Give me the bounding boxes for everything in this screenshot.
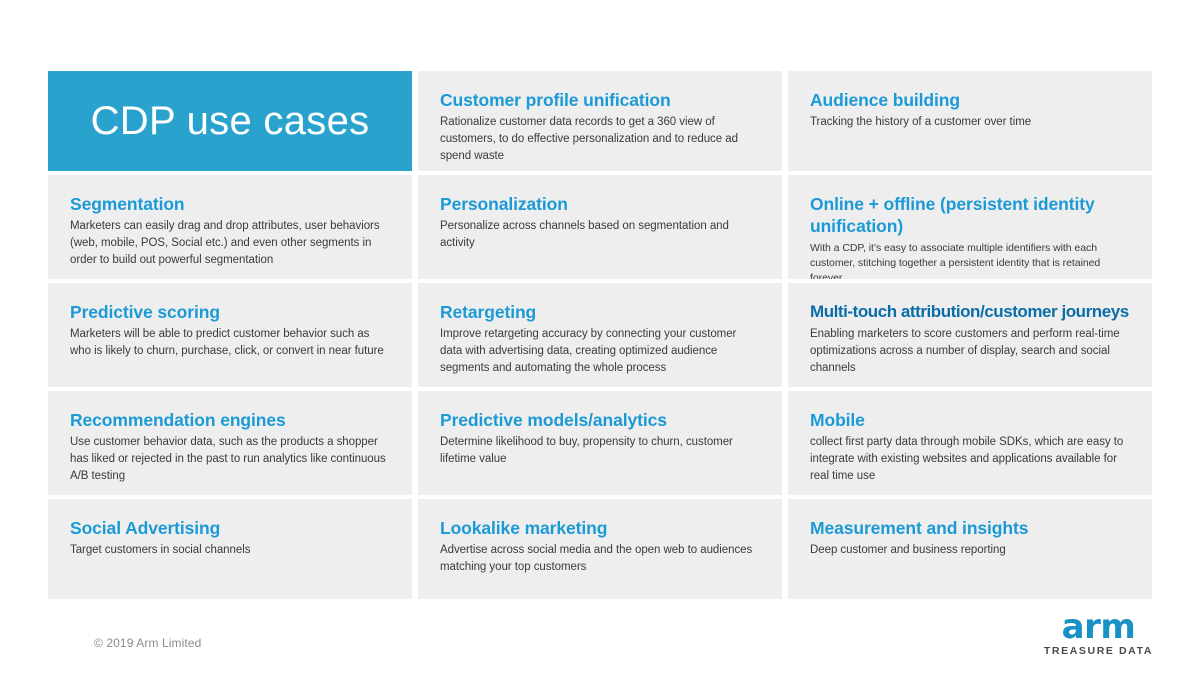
card-body: Target customers in social channels xyxy=(70,544,251,557)
card-body: Enabling marketers to score customers an… xyxy=(810,327,1120,374)
card-heading: Recommendation engines xyxy=(70,410,286,430)
card-body: Improve retargeting accuracy by connecti… xyxy=(440,328,737,375)
use-case-card-social-advertising: Social Advertising Target customers in s… xyxy=(48,499,412,599)
use-case-card-multi-touch-attribution: Multi-touch attribution/customer journey… xyxy=(788,283,1152,387)
card-body: Personalize across channels based on seg… xyxy=(440,220,729,250)
card-heading: Online + offline (persistent identity un… xyxy=(810,194,1095,237)
use-case-card-retargeting: Retargeting Improve retargeting accuracy… xyxy=(418,283,782,387)
arm-wordmark: arm xyxy=(1061,607,1136,647)
use-case-card-segmentation: Segmentation Marketers can easily drag a… xyxy=(48,175,412,279)
use-case-card-online-offline: Online + offline (persistent identity un… xyxy=(788,175,1152,279)
card-body: Marketers can easily drag and drop attri… xyxy=(70,220,380,267)
card-body: Deep customer and business reporting xyxy=(810,544,1006,557)
use-case-card-mobile: Mobile collect first party data through … xyxy=(788,391,1152,495)
arm-treasure-data-logo: arm TREASURE DATA xyxy=(1043,607,1153,658)
use-case-card-predictive-models: Predictive models/analytics Determine li… xyxy=(418,391,782,495)
slide-title-cell: CDP use cases xyxy=(48,71,412,171)
card-heading: Segmentation xyxy=(70,194,185,214)
card-heading: Measurement and insights xyxy=(810,518,1029,538)
card-body: Marketers will be able to predict custom… xyxy=(70,328,384,358)
use-case-card-audience-building: Audience building Tracking the history o… xyxy=(788,71,1152,171)
card-heading: Mobile xyxy=(810,410,865,430)
use-case-card-lookalike-marketing: Lookalike marketing Advertise across soc… xyxy=(418,499,782,599)
card-heading: Personalization xyxy=(440,194,568,214)
card-heading: Customer profile unification xyxy=(440,90,671,110)
treasure-data-wordmark: TREASURE DATA xyxy=(1043,645,1153,658)
card-heading: Retargeting xyxy=(440,302,537,322)
card-heading: Predictive models/analytics xyxy=(440,410,667,430)
use-case-card-measurement-and-insights: Measurement and insights Deep customer a… xyxy=(788,499,1152,599)
card-heading: Social Advertising xyxy=(70,518,221,538)
card-heading: Lookalike marketing xyxy=(440,518,608,538)
use-case-grid: CDP use cases Customer profile unificati… xyxy=(48,71,1152,599)
card-body: With a CDP, it’s easy to associate multi… xyxy=(810,241,1101,279)
card-body: collect first party data through mobile … xyxy=(810,436,1124,483)
card-heading: Audience building xyxy=(810,90,960,110)
card-body: Tracking the history of a customer over … xyxy=(810,116,1032,129)
use-case-card-predictive-scoring: Predictive scoring Marketers will be abl… xyxy=(48,283,412,387)
use-case-card-customer-profile-unification: Customer profile unification Rationalize… xyxy=(418,71,782,171)
slide-canvas: CDP use cases Customer profile unificati… xyxy=(0,0,1200,675)
card-heading: Predictive scoring xyxy=(70,302,220,322)
use-case-card-recommendation-engines: Recommendation engines Use customer beha… xyxy=(48,391,412,495)
card-heading: Multi-touch attribution/customer journey… xyxy=(810,302,1129,321)
copyright-notice: © 2019 Arm Limited xyxy=(94,636,202,650)
page-title: CDP use cases xyxy=(90,99,370,143)
use-case-card-personalization: Personalization Personalize across chann… xyxy=(418,175,782,279)
card-body: Advertise across social media and the op… xyxy=(440,544,753,574)
card-body: Determine likelihood to buy, propensity … xyxy=(440,436,733,466)
card-body: Rationalize customer data records to get… xyxy=(440,116,738,163)
card-body: Use customer behavior data, such as the … xyxy=(70,436,386,483)
